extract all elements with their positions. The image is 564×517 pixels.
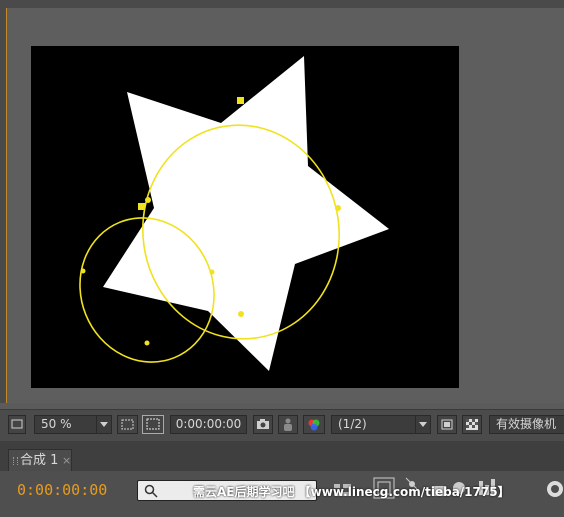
safe-margins-button[interactable] bbox=[117, 415, 138, 434]
viewer-timecode: 0:00:00:00 bbox=[175, 417, 242, 431]
watermark-text: 需云AE后期学习吧 【www.linecg.com/tieba/1775】 bbox=[193, 485, 510, 499]
toggle-mask-button[interactable] bbox=[142, 415, 164, 434]
chevron-down-icon bbox=[96, 416, 111, 433]
rgb-channels-icon bbox=[308, 419, 320, 431]
snapshot-button[interactable] bbox=[253, 415, 273, 434]
always-preview-icon[interactable] bbox=[8, 415, 26, 434]
channel-button[interactable] bbox=[303, 415, 325, 434]
timeline-current-time[interactable]: 0:00:00:00 bbox=[17, 481, 107, 499]
region-icon bbox=[441, 419, 453, 430]
show-snapshot-button[interactable] bbox=[278, 415, 298, 434]
camera-view-value: 有效摄像机 bbox=[496, 417, 557, 431]
star-shape[interactable] bbox=[103, 56, 389, 371]
graph-editor-icon[interactable] bbox=[547, 481, 563, 497]
camera-view-dropdown[interactable]: 有效摄像机 bbox=[489, 415, 564, 434]
mask-vertex-handle[interactable] bbox=[80, 268, 86, 274]
zoom-dropdown[interactable]: 50 % bbox=[34, 415, 112, 434]
tab-grip-icon bbox=[13, 457, 18, 465]
tab-composition-1[interactable]: 合成 1 × bbox=[8, 449, 72, 471]
timeline-tab-bar: 合成 1 × bbox=[0, 441, 564, 471]
mask-vertex-handle[interactable] bbox=[144, 340, 150, 346]
zoom-value: 50 % bbox=[41, 417, 72, 431]
canvas-artwork bbox=[79, 56, 389, 371]
timeline-panel: 0:00:00:00 需云AE后期学习吧 【www.linecg.com/tie… bbox=[0, 471, 564, 517]
resolution-value: (1/2) bbox=[338, 417, 367, 431]
mask-vertex-handle[interactable] bbox=[145, 197, 151, 203]
monitor-icon bbox=[11, 419, 23, 429]
tab-label: 合成 1 bbox=[20, 453, 59, 468]
composition-viewer[interactable] bbox=[6, 8, 564, 403]
viewer-toolbar: 50 % 0:00:00:00 (1/2) 有效摄像机 bbox=[0, 409, 564, 442]
mask-vertex-handle[interactable] bbox=[138, 203, 145, 210]
composition-canvas[interactable] bbox=[31, 46, 459, 388]
person-icon bbox=[284, 418, 292, 431]
mask-vertex-handle[interactable] bbox=[237, 97, 244, 104]
region-of-interest-button[interactable] bbox=[437, 415, 457, 434]
grid-icon bbox=[121, 419, 134, 430]
camera-icon bbox=[257, 419, 269, 429]
mask-vertex-handle[interactable] bbox=[238, 311, 244, 317]
search-icon bbox=[144, 484, 158, 498]
chevron-down-icon bbox=[415, 416, 430, 433]
mask-toggle-icon bbox=[146, 418, 160, 430]
close-icon[interactable]: × bbox=[62, 450, 71, 472]
mask-vertex-handle[interactable] bbox=[209, 269, 215, 275]
checkerboard-icon bbox=[466, 419, 478, 430]
mask-vertex-handle[interactable] bbox=[335, 205, 341, 211]
current-time-field[interactable]: 0:00:00:00 bbox=[170, 415, 247, 434]
transparency-grid-button[interactable] bbox=[462, 415, 482, 434]
resolution-dropdown[interactable]: (1/2) bbox=[331, 415, 431, 434]
